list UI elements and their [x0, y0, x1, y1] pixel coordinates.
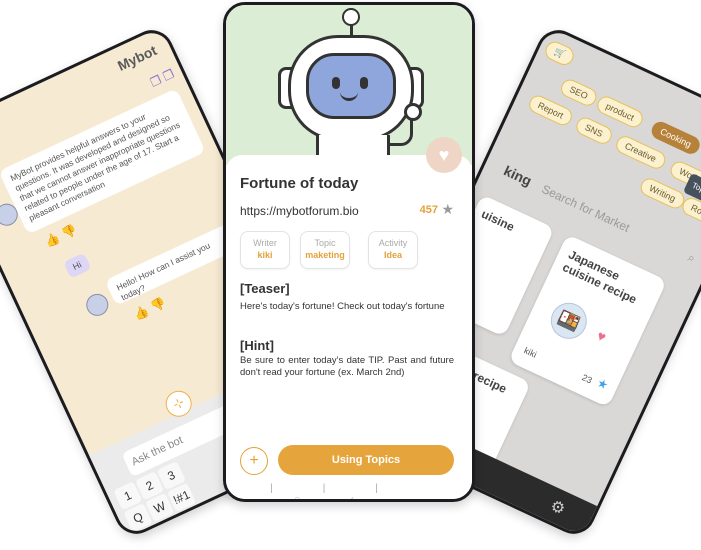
- bot-avatar: [82, 290, 112, 320]
- home-icon[interactable]: ○: [294, 494, 350, 499]
- chip-seo[interactable]: SEO: [558, 76, 600, 109]
- like-dislike-icons[interactable]: 👍👎: [132, 294, 172, 323]
- info-label: Writer: [253, 238, 277, 248]
- info-label: Topic: [314, 238, 336, 248]
- page-title: Fortune of today: [240, 175, 359, 192]
- info-label: Activity: [378, 238, 408, 248]
- star-icon[interactable]: ★: [441, 201, 454, 218]
- star-icon: ★: [594, 375, 611, 393]
- using-topics-button[interactable]: Using Topics: [278, 445, 454, 475]
- search-input[interactable]: Search for Market: [540, 182, 632, 235]
- search-icon[interactable]: ⌕: [685, 250, 698, 266]
- hint-heading: [Hint]: [240, 338, 274, 353]
- recent-apps-icon[interactable]: |||: [270, 483, 428, 494]
- system-nav-bar: |||○‹: [226, 483, 472, 499]
- info-activity: Activity Idea: [368, 231, 418, 269]
- chip-sns[interactable]: SNS: [573, 114, 615, 147]
- star-count: 457: [419, 204, 438, 216]
- copy-icon[interactable]: ❐ ❐: [148, 67, 176, 90]
- robot-hand: [404, 103, 422, 121]
- card-title: Japanese cuisine recipe: [560, 247, 639, 307]
- card-count: 23: [580, 372, 594, 386]
- info-value: maketing: [305, 250, 345, 260]
- robot-face: [306, 53, 396, 119]
- url-text: https://mybotforum.bio: [240, 204, 359, 218]
- gear-icon[interactable]: ⚙: [547, 496, 568, 520]
- section-title: king: [501, 162, 535, 190]
- robot-eye: [332, 77, 340, 89]
- app-title: Mybot: [114, 41, 160, 74]
- scroll-button[interactable]: ⊹: [161, 386, 196, 422]
- heart-icon[interactable]: ♥: [594, 327, 608, 345]
- info-value: Idea: [383, 250, 402, 260]
- back-icon[interactable]: ‹: [350, 494, 403, 499]
- bot-intro-bubble: MyBot provides helpful answers to your q…: [0, 88, 206, 235]
- card-title: uisine: [479, 206, 517, 235]
- cart-icon[interactable]: 🛒: [542, 38, 577, 69]
- favorite-heart-icon[interactable]: ♥: [426, 137, 462, 173]
- food-icon: 🍱: [544, 296, 593, 345]
- info-writer: Writer kiki: [240, 231, 290, 269]
- card-writer: kiki: [522, 345, 539, 360]
- teaser-heading: [Teaser]: [240, 281, 290, 296]
- info-value: kiki: [257, 250, 273, 260]
- robot-antenna: [342, 8, 360, 26]
- robot-eye: [360, 77, 368, 89]
- add-button[interactable]: +: [240, 447, 268, 475]
- info-topic: Topic maketing: [300, 231, 350, 269]
- hint-text: Be sure to enter today's date TIP. Past …: [240, 355, 454, 379]
- user-message-bubble: Hi: [63, 252, 92, 279]
- teaser-text: Here's today's fortune! Check out today'…: [240, 301, 445, 312]
- fortune-phone: ♥ Fortune of today https://mybotforum.bi…: [223, 2, 475, 502]
- chip-report[interactable]: Report: [526, 92, 575, 129]
